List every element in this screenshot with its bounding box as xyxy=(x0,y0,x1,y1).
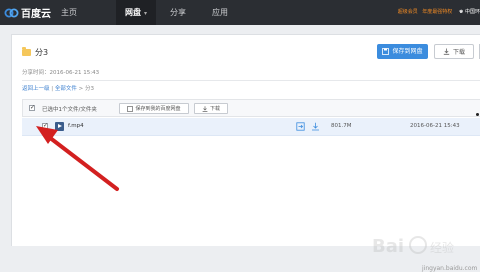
watermark-url: jingyan.baidu.com xyxy=(422,265,478,272)
red-arrow-annotation xyxy=(36,126,119,191)
